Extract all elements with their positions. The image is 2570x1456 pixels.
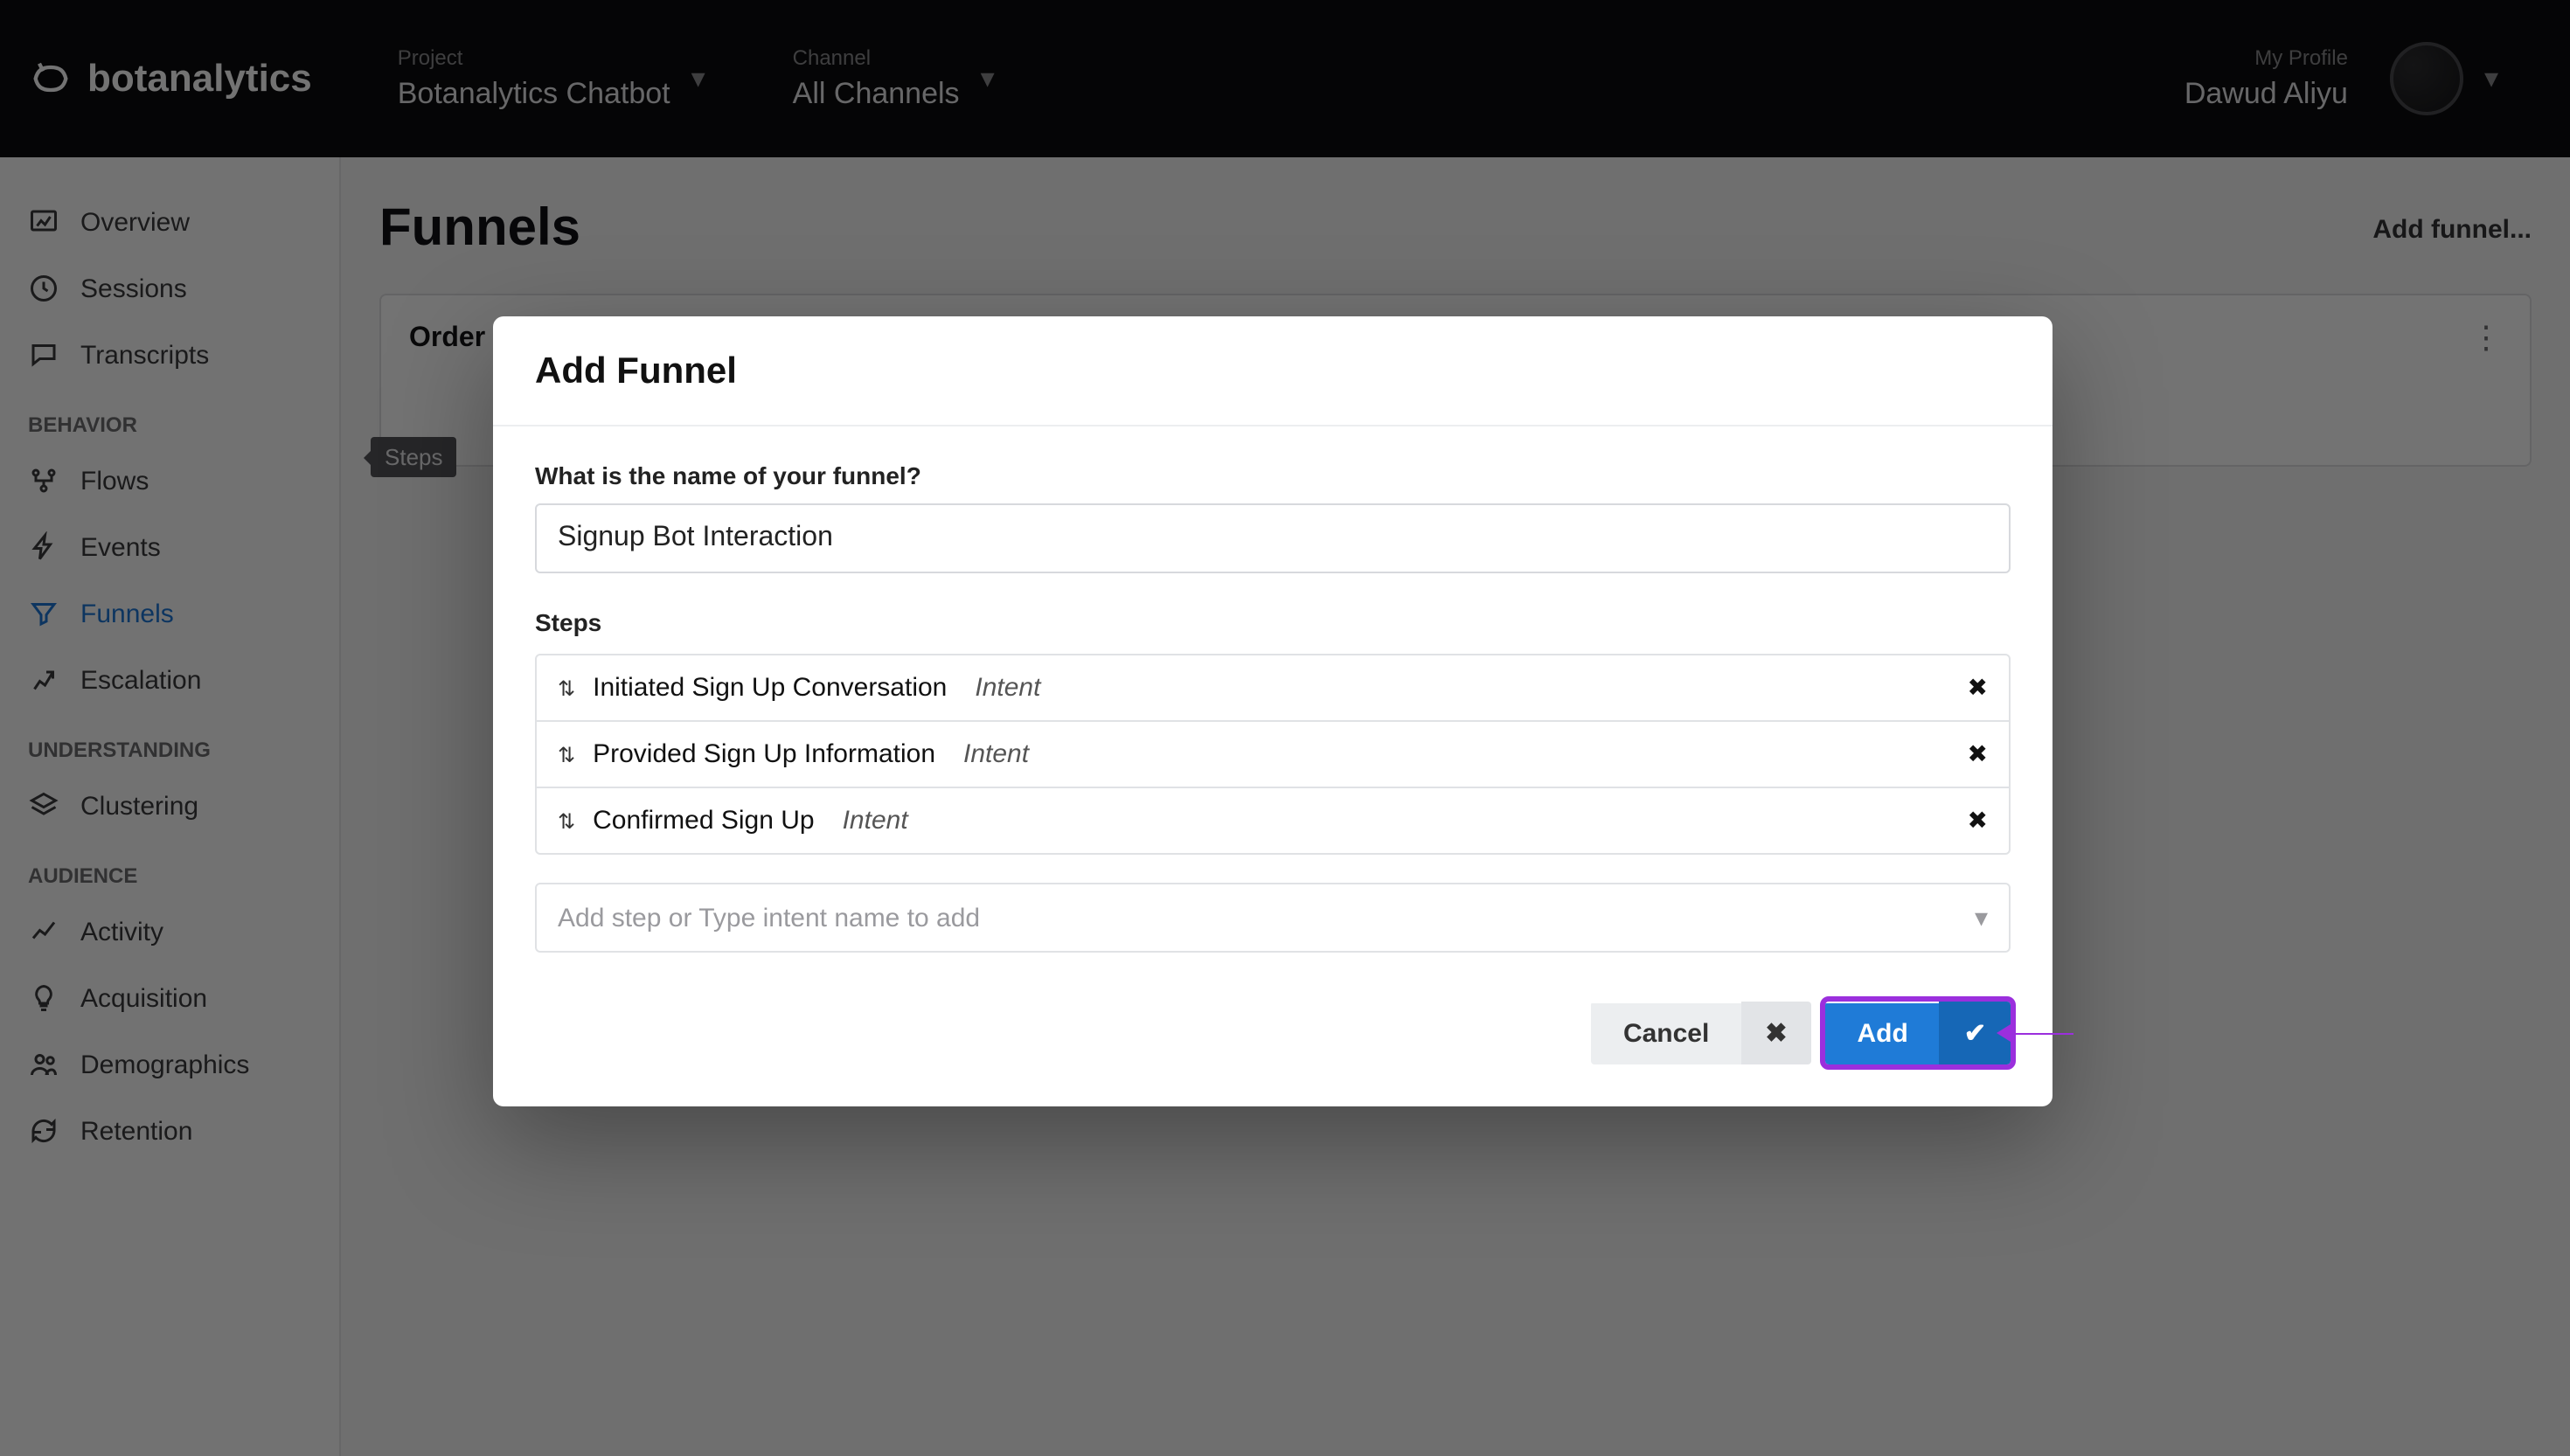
cancel-button[interactable]: Cancel ✖ bbox=[1592, 1002, 1812, 1064]
step-kind: Intent bbox=[975, 673, 1040, 703]
remove-step-icon[interactable]: ✖ bbox=[1968, 806, 1988, 835]
step-kind: Intent bbox=[963, 739, 1029, 769]
sort-icon[interactable]: ⇅ bbox=[558, 808, 575, 833]
funnel-name-input[interactable] bbox=[535, 503, 2011, 573]
cancel-button-label: Cancel bbox=[1592, 1002, 1740, 1064]
sort-icon[interactable]: ⇅ bbox=[558, 742, 575, 766]
modal-title: Add Funnel bbox=[535, 351, 2011, 393]
remove-step-icon[interactable]: ✖ bbox=[1968, 739, 1988, 769]
add-step-input[interactable]: Add step or Type intent name to add ▾ bbox=[535, 883, 2011, 953]
step-name: Initiated Sign Up Conversation bbox=[593, 673, 947, 703]
remove-step-icon[interactable]: ✖ bbox=[1968, 673, 1988, 703]
step-row[interactable]: ⇅ Provided Sign Up Information Intent ✖ bbox=[537, 722, 2009, 788]
steps-list: ⇅ Initiated Sign Up Conversation Intent ✖ ⇅ P… bbox=[535, 654, 2011, 855]
add-funnel-modal: Add Funnel What is the name of your funn… bbox=[493, 316, 2053, 1106]
funnel-name-label: What is the name of your funnel? bbox=[535, 461, 2011, 489]
caret-down-icon: ▾ bbox=[1975, 902, 1988, 933]
steps-section-label: Steps bbox=[535, 608, 2011, 636]
add-step-placeholder: Add step or Type intent name to add bbox=[558, 903, 980, 933]
step-row[interactable]: ⇅ Initiated Sign Up Conversation Intent ✖ bbox=[537, 655, 2009, 722]
check-icon: ✔ bbox=[1940, 1002, 2011, 1064]
step-row[interactable]: ⇅ Confirmed Sign Up Intent ✖ bbox=[537, 788, 2009, 853]
add-button[interactable]: Add ✔ bbox=[1826, 1002, 2011, 1064]
step-name: Confirmed Sign Up bbox=[593, 806, 814, 835]
sort-icon[interactable]: ⇅ bbox=[558, 676, 575, 700]
step-kind: Intent bbox=[843, 806, 908, 835]
close-icon: ✖ bbox=[1740, 1002, 1811, 1064]
step-name: Provided Sign Up Information bbox=[593, 739, 935, 769]
add-button-label: Add bbox=[1826, 1002, 1940, 1064]
